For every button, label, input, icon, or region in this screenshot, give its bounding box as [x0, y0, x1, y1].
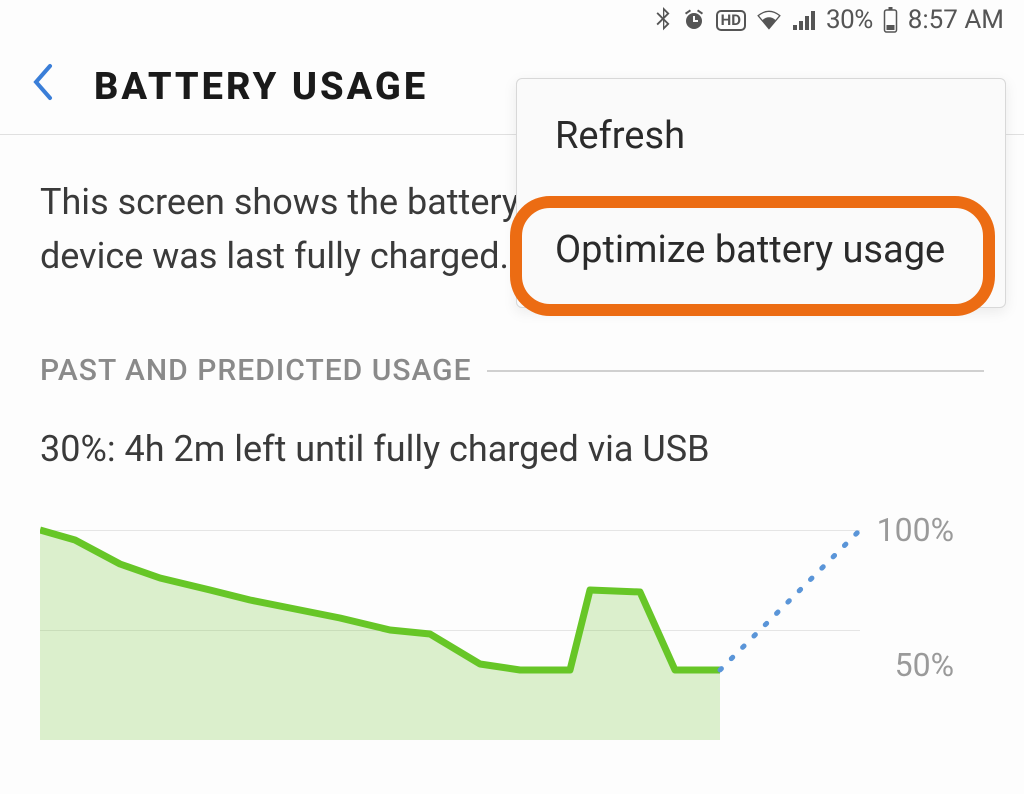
section-header: PAST AND PREDICTED USAGE	[40, 353, 984, 388]
y-tick-100: 100%	[877, 511, 954, 549]
menu-item-refresh[interactable]: Refresh	[517, 79, 1005, 193]
status-bar: HD 30% 8:57 AM	[0, 0, 1024, 40]
wifi-icon	[756, 9, 782, 31]
bluetooth-icon	[654, 7, 672, 33]
battery-icon	[883, 7, 898, 33]
past-area	[40, 530, 720, 740]
signal-icon	[792, 9, 816, 31]
battery-chart[interactable]: 100% 50%	[40, 520, 984, 740]
predicted-line	[720, 530, 860, 670]
y-tick-50: 50%	[895, 646, 954, 684]
section-title: PAST AND PREDICTED USAGE	[40, 353, 472, 388]
page-title: BATTERY USAGE	[94, 65, 428, 109]
back-icon[interactable]	[30, 61, 54, 113]
highlight-box	[510, 196, 995, 316]
hd-icon: HD	[716, 10, 746, 31]
chart-svg	[40, 520, 860, 740]
section-divider	[487, 370, 984, 372]
charge-status-text: 30%: 4h 2m left until fully charged via …	[40, 428, 984, 470]
clock-text: 8:57 AM	[908, 5, 1004, 35]
alarm-icon	[682, 8, 706, 32]
battery-percent-text: 30%	[826, 5, 873, 35]
